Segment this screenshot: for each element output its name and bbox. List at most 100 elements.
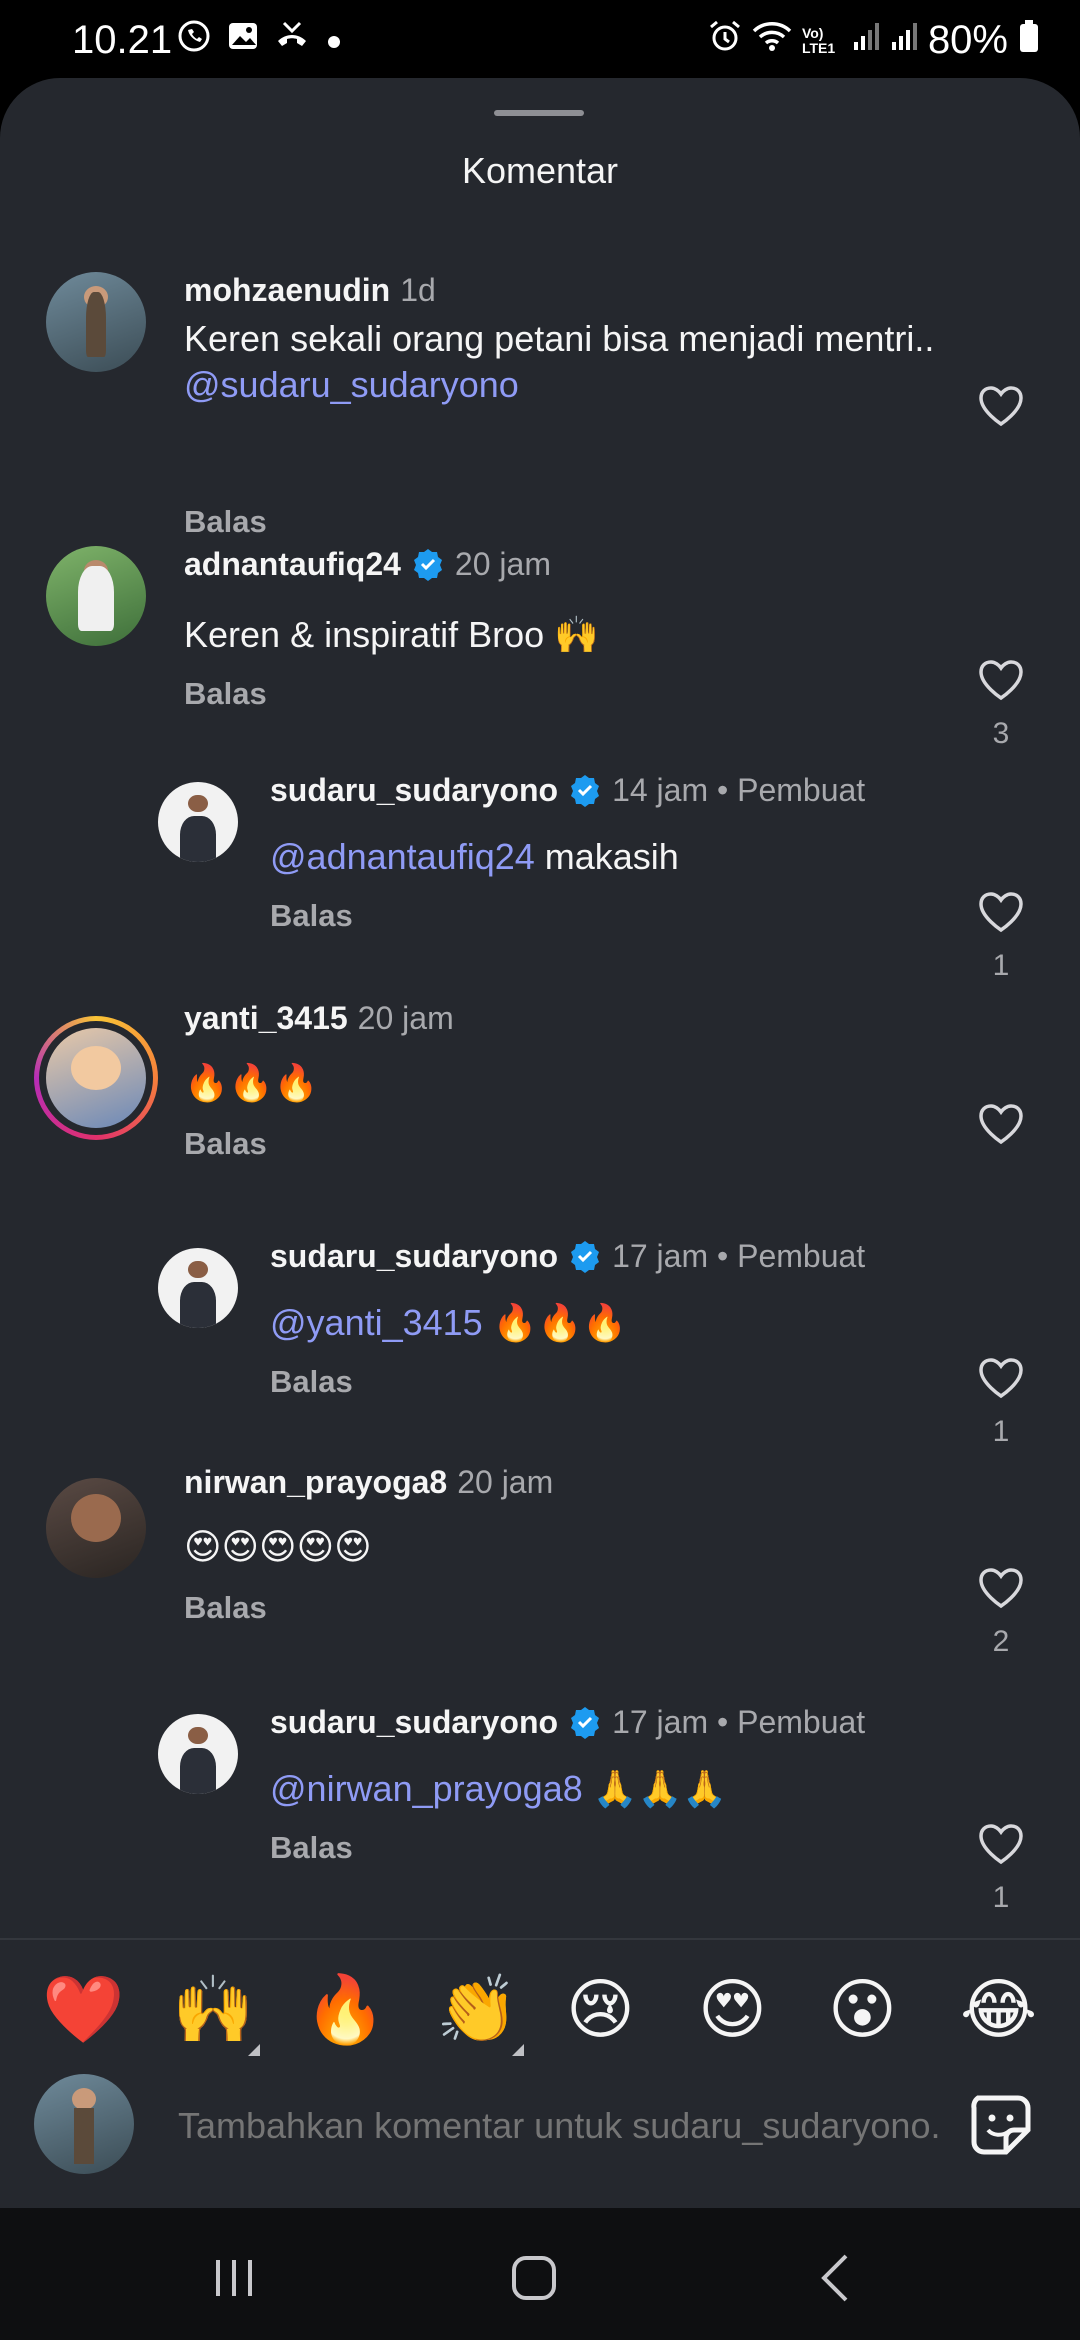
- comment-username[interactable]: mohzaenudin: [184, 272, 390, 308]
- comment-text: @adnantaufiq24 makasih: [270, 836, 679, 877]
- emoji-crying[interactable]: 😢: [566, 1972, 635, 2046]
- comment-item: mohzaenudin 1d Keren sekali orang petani …: [0, 272, 1080, 552]
- like-button[interactable]: 2: [976, 1566, 1026, 1659]
- reply-button[interactable]: Balas: [270, 1364, 353, 1400]
- recent-apps-icon[interactable]: [204, 2248, 264, 2308]
- comment-time: 1d: [400, 272, 436, 308]
- verified-badge-icon: [571, 775, 600, 807]
- comment-item: nirwan_prayoga8 20 jam 😍😍😍😍😍 Balas 2: [0, 1464, 1080, 1664]
- comment-item: yanti_3415 20 jam 🔥🔥🔥 Balas: [0, 1000, 1080, 1200]
- comment-username[interactable]: adnantaufiq24: [184, 546, 401, 582]
- reply-button[interactable]: Balas: [184, 676, 267, 712]
- heart-icon: [979, 1104, 1023, 1145]
- comment-time: 20 jam: [454, 546, 551, 582]
- mention-link[interactable]: @sudaru_sudaryono: [184, 364, 519, 405]
- comment-text: @yanti_3415 🔥🔥🔥: [270, 1302, 628, 1343]
- mention-link[interactable]: @adnantaufiq24: [270, 836, 535, 877]
- reply-button[interactable]: Balas: [270, 1830, 353, 1866]
- like-button[interactable]: [976, 384, 1026, 443]
- comment-item: adnantaufiq24 20 jam Keren & inspiratif B…: [0, 546, 1080, 750]
- comment-input[interactable]: [176, 2100, 940, 2152]
- avatar[interactable]: [46, 1478, 146, 1578]
- heart-icon: [979, 1568, 1023, 1609]
- comment-username[interactable]: yanti_3415: [184, 1000, 348, 1036]
- comment-username[interactable]: sudaru_sudaryono: [270, 1704, 558, 1740]
- avatar[interactable]: [158, 782, 238, 862]
- comment-text: 😍😍😍😍😍: [184, 1526, 372, 1567]
- emoji-surprised[interactable]: 😮: [828, 1972, 897, 2046]
- signal-icon: [890, 20, 918, 61]
- verified-badge-icon: [413, 549, 442, 581]
- heart-icon: [979, 660, 1023, 701]
- reply-button[interactable]: Balas: [270, 898, 353, 934]
- missed-call-icon: [274, 19, 310, 62]
- avatar[interactable]: [158, 1714, 238, 1794]
- reply-button[interactable]: Balas: [184, 1126, 267, 1162]
- heart-icon: [979, 1824, 1023, 1865]
- like-button[interactable]: 3: [976, 658, 1026, 751]
- avatar[interactable]: [46, 546, 146, 646]
- status-time: 10.21: [72, 18, 173, 62]
- like-count: 1: [992, 1881, 1010, 1914]
- comment-time: 17 jam: [612, 1238, 709, 1274]
- comment-reply-item: sudaru_sudaryono 14 jam • Pembuat @adnant…: [0, 772, 1080, 982]
- verified-badge-icon: [571, 1707, 600, 1739]
- current-user-avatar: [34, 2074, 134, 2174]
- heart-icon: [979, 1358, 1023, 1399]
- avatar[interactable]: [46, 272, 146, 372]
- emoji-clapping[interactable]: 👏: [436, 1972, 518, 2046]
- network-label: Vo) LTE1: [801, 24, 836, 56]
- comment-username[interactable]: nirwan_prayoga8: [184, 1464, 447, 1500]
- like-count: 2: [992, 1625, 1010, 1658]
- heart-icon: [979, 892, 1023, 933]
- back-icon[interactable]: [808, 2248, 868, 2308]
- emoji-heart[interactable]: ❤️: [42, 1972, 124, 2046]
- battery-icon: [1018, 19, 1040, 62]
- reply-button[interactable]: Balas: [184, 1590, 267, 1626]
- battery-percent: 80%: [927, 18, 1008, 62]
- navigation-bar: [0, 2208, 1080, 2340]
- comment-reply-item: sudaru_sudaryono 17 jam • Pembuat @yanti_…: [0, 1238, 1080, 1448]
- comment-time: 20 jam: [357, 1000, 454, 1036]
- reply-button[interactable]: Balas: [184, 504, 267, 540]
- emoji-laughing[interactable]: 😂: [960, 1972, 1037, 2046]
- alarm-icon: [708, 19, 742, 62]
- like-button[interactable]: 1: [976, 890, 1026, 983]
- comments-sheet: Komentar mohzaenudin 1d Keren sekali oran…: [0, 78, 1080, 2208]
- comment-time: 17 jam: [612, 1704, 709, 1740]
- comment-username[interactable]: sudaru_sudaryono: [270, 1238, 558, 1274]
- emoji-raising-hands[interactable]: 🙌: [172, 1972, 254, 2046]
- heart-icon: [979, 386, 1023, 427]
- like-count: 3: [992, 717, 1010, 750]
- skin-tone-indicator-icon: [248, 2044, 260, 2056]
- sheet-drag-handle[interactable]: [494, 110, 584, 116]
- comment-composer: ❤️ 🙌 🔥 👏 😢 😍 😮 😂: [0, 1938, 1080, 2210]
- comment-username[interactable]: sudaru_sudaryono: [270, 772, 558, 808]
- mention-link[interactable]: @yanti_3415: [270, 1302, 483, 1343]
- skin-tone-indicator-icon: [512, 2044, 524, 2056]
- avatar: [46, 1028, 146, 1128]
- sticker-icon[interactable]: [966, 2090, 1036, 2160]
- like-button[interactable]: 1: [976, 1822, 1026, 1915]
- mention-link[interactable]: @nirwan_prayoga8: [270, 1768, 583, 1809]
- like-count: 1: [992, 949, 1010, 982]
- story-ring[interactable]: [34, 1016, 158, 1140]
- comment-text: Keren & inspiratif Broo 🙌: [184, 614, 600, 655]
- like-button[interactable]: 1: [976, 1356, 1026, 1449]
- comment-text: 🔥🔥🔥: [184, 1062, 319, 1103]
- creator-label: • Pembuat: [717, 1704, 866, 1740]
- comment-time: 14 jam: [612, 772, 709, 808]
- sheet-title: Komentar: [461, 150, 619, 191]
- emoji-heart-eyes[interactable]: 😍: [698, 1972, 767, 2046]
- like-button[interactable]: [976, 1102, 1026, 1161]
- home-icon[interactable]: [504, 2248, 564, 2308]
- comment-text: Keren sekali orang petani bisa menjadi m…: [184, 318, 935, 405]
- like-count: 1: [992, 1415, 1010, 1448]
- comment-time: 20 jam: [457, 1464, 554, 1500]
- avatar[interactable]: [158, 1248, 238, 1328]
- emoji-fire[interactable]: 🔥: [304, 1972, 386, 2046]
- creator-label: • Pembuat: [717, 772, 866, 808]
- comment-text: @nirwan_prayoga8 🙏🙏🙏: [270, 1768, 728, 1809]
- gallery-icon: [226, 19, 260, 62]
- verified-badge-icon: [571, 1241, 600, 1273]
